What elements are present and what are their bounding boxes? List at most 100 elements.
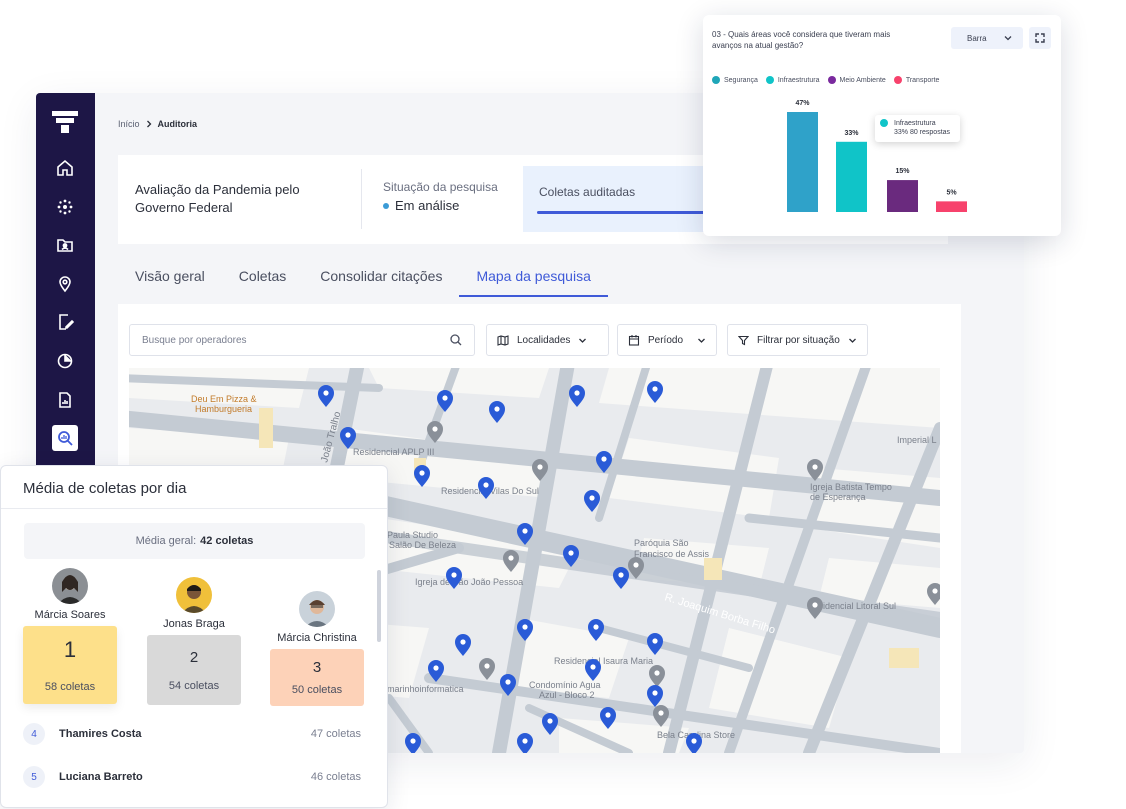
localidades-dropdown[interactable]: Localidades [486,324,609,356]
chevron-down-icon [698,338,705,343]
divider [361,169,362,229]
podium-box: 2 54 coletas [147,635,241,705]
svg-text:Azul - Bloco 2: Azul - Bloco 2 [539,690,595,700]
svg-text:Paula Studio: Paula Studio [387,530,438,540]
divider [1,508,387,509]
legend-swatch [893,76,902,84]
folder-user-icon[interactable] [52,232,78,258]
podium-position: 3 [312,659,322,676]
rank-name: Luciana Barreto [59,771,143,783]
periodo-dropdown[interactable]: Período [617,324,717,356]
map-icon [497,335,509,346]
average-label: Média geral: [135,535,197,547]
svg-text:Hamburgueria: Hamburgueria [195,404,252,414]
location-icon[interactable] [52,271,78,297]
svg-text:marinhoinformatica: marinhoinformatica [387,684,464,694]
filter-icon [738,335,749,345]
search-placeholder: Busque por operadores [142,334,247,346]
average-value: 42 coletas [200,535,254,547]
rank-count: 47 coletas [310,728,361,740]
scrollbar[interactable] [377,570,381,642]
brand-logo [52,111,78,133]
localidades-label: Localidades [517,334,571,346]
ranking-title: Média de coletas por dia [23,480,187,497]
legend-swatch [827,76,836,84]
podium-box: 3 50 coletas [270,649,364,706]
svg-text:Francisco de Assis: Francisco de Assis [634,549,710,559]
chart-legend: Segurança Infraestrutura Meio Ambiente Tran… [712,76,939,84]
data-label: 47% [795,100,810,107]
svg-text:Residencial APLP III: Residencial APLP III [353,447,434,457]
podium-count: 54 coletas [168,679,220,692]
bar-segurança[interactable] [787,112,818,212]
legend-item[interactable]: Transporte [893,76,940,84]
chevron-down-icon [579,338,587,343]
svg-text:Condomínio Agua: Condomínio Agua [529,680,601,690]
tab-visao-geral[interactable]: Visão geral [118,265,222,297]
situation-label: Situação da pesquisa [383,180,498,194]
legend-label: Transporte [905,76,940,84]
legend-label: Infraestrutura [777,76,820,84]
podium-second[interactable]: Jonas Braga 2 54 coletas [147,577,241,705]
legend-swatch [712,76,720,84]
avatar [52,568,88,604]
svg-text:Residencial Isaura Maria: Residencial Isaura Maria [554,656,653,666]
tooltip-text: 33% 80 respostas [894,129,951,136]
tab-mapa-da-pesquisa[interactable]: Mapa da pesquisa [459,265,609,297]
situation-value: Em análise [395,198,460,213]
podium-third[interactable]: Márcia Christina 3 50 coletas [270,591,364,706]
list-item[interactable]: 5 Luciana Barreto 46 coletas [23,766,361,788]
tab-coletas[interactable]: Coletas [222,265,303,297]
bar-meio-ambiente[interactable] [887,180,918,212]
bar-infraestrutura[interactable] [836,141,867,212]
tab-consolidar-citacoes[interactable]: Consolidar citações [303,265,459,297]
podium-first[interactable]: Márcia Soares 1 58 coletas [23,568,117,704]
tooltip-color-dot [880,119,888,127]
calendar-icon [628,335,640,346]
avatar [176,577,212,613]
home-icon[interactable] [52,155,78,181]
legend-label: Meio Ambiente [839,76,886,84]
edit-document-icon[interactable] [52,309,78,335]
report-icon[interactable] [52,387,78,413]
legend-item[interactable]: Meio Ambiente [827,76,886,84]
legend-item[interactable]: Segurança [712,76,758,84]
collects-audited-label: Coletas auditadas [539,185,636,199]
svg-text:Paróquia São: Paróquia São [634,538,689,548]
svg-text:Deu Em Pizza &: Deu Em Pizza & [191,394,257,404]
collects-audited-box[interactable]: Coletas auditadas [523,166,723,232]
data-label: 5% [946,189,957,196]
situacao-label: Filtrar por situação [757,334,840,346]
podium-count: 50 coletas [291,684,343,696]
svg-text:Igreja Batista Tempo: Igreja Batista Tempo [810,482,892,492]
chevron-right-icon [146,120,151,128]
status-dot-icon [383,202,389,209]
chart-type-select[interactable]: Barra [951,27,1023,49]
podium-name: Márcia Christina [277,632,357,644]
periodo-label: Período [647,334,684,346]
network-icon[interactable] [52,194,78,220]
podium-name: Jonas Braga [163,618,225,630]
breadcrumb-home[interactable]: Início [118,119,140,129]
operator-search-input[interactable]: Busque por operadores [129,324,475,356]
rank-position: 4 [23,723,45,745]
audit-search-icon[interactable] [52,425,78,451]
podium-count: 58 coletas [44,681,96,693]
pie-chart-icon[interactable] [52,348,78,374]
collects-audited-progress [537,211,723,214]
bar-transporte[interactable] [936,201,967,212]
list-item[interactable]: 4 Thamires Costa 47 coletas [23,723,361,745]
legend-item[interactable]: Infraestrutura [765,76,820,84]
legend-swatch [765,76,774,84]
data-label: 15% [895,168,910,175]
tab-bar: Visão geral Coletas Consolidar citações … [118,265,609,297]
chevron-down-icon [848,338,856,343]
rank-name: Thamires Costa [59,728,142,740]
breadcrumb-current: Auditoria [157,119,198,129]
chart-card: 03 - Quais áreas você considera que tive… [703,15,1061,236]
breadcrumb: Início Auditoria [118,119,197,129]
svg-text:Imperial L: Imperial L [897,435,937,445]
expand-button[interactable] [1029,27,1051,49]
situacao-filter-dropdown[interactable]: Filtrar por situação [727,324,868,356]
search-icon[interactable] [450,334,462,346]
